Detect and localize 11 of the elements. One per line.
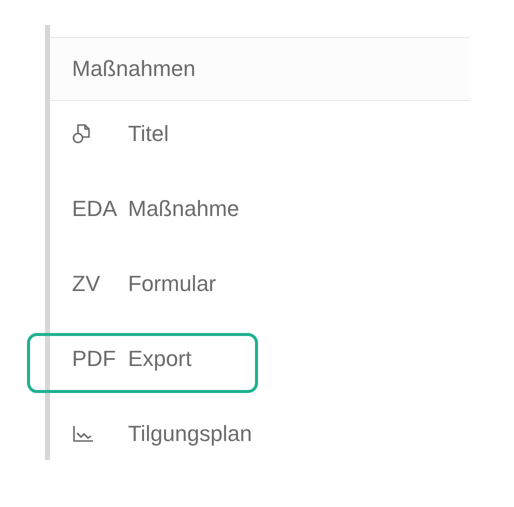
menu-item-label[interactable]: Export [128, 346, 192, 372]
item-prefix: EDA [72, 196, 118, 222]
menu-item-label[interactable]: Formular [128, 271, 216, 297]
item-prefix: ZV [72, 271, 100, 297]
chart-icon [72, 425, 94, 443]
menu-item-label[interactable]: Tilgungsplan [128, 421, 252, 447]
shapes-icon [72, 123, 92, 145]
menu-item-label[interactable]: Maßnahme [128, 196, 240, 222]
item-prefix: PDF [72, 346, 116, 372]
panel-header: Maßnahmen [50, 37, 470, 101]
menu-item-label[interactable]: Titel [128, 121, 169, 147]
